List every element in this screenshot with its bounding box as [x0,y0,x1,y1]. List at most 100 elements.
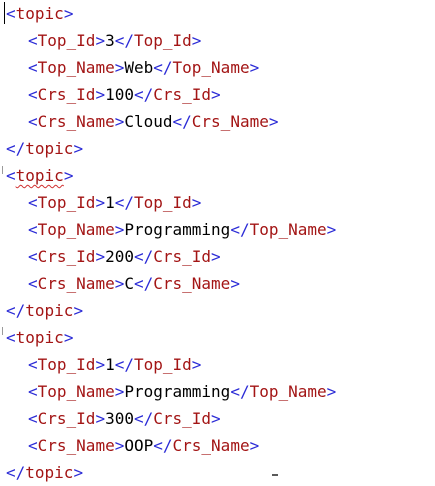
open-bracket: </ [6,463,26,482]
tag-name: topic [25,139,74,158]
close-bracket: > [73,301,84,320]
code-line[interactable]: <Top_Id>1</Top_Id> [0,351,435,378]
tag-name: Crs_Id [37,409,96,428]
end-tag-name: Crs_Id [153,247,212,266]
close-bracket: > [191,193,202,212]
open-bracket: </ [6,139,26,158]
code-line[interactable]: <Crs_Name>C</Crs_Name> [0,270,435,297]
open-bracket: < [6,328,16,347]
tag-name: topic [25,463,74,482]
open-bracket: </ [133,409,154,428]
tag-name: Crs_Name [37,436,115,455]
close-bracket: > [249,436,260,455]
close-bracket: > [73,463,84,482]
end-tag-name: Crs_Name [172,436,250,455]
xml-editor[interactable]: <topic> <Top_Id>3</Top_Id> <Top_Name>Web</… [0,0,435,482]
open-bracket: < [28,112,38,131]
close-bracket: > [63,166,74,185]
tag-name: Crs_Name [37,112,115,131]
element-value: 1 [105,355,115,374]
open-bracket: </ [114,31,134,50]
open-bracket: < [28,436,38,455]
element-value: 100 [105,85,134,104]
tag-name: Top_Name [37,58,115,77]
code-line[interactable]: <Top_Name>Web</Top_Name> [0,54,435,81]
tag-name: topic [15,4,64,23]
open-bracket: </ [172,112,192,131]
code-line[interactable]: <Top_Name>Programming</Top_Name> [0,378,435,405]
code-line[interactable]: </topic> [0,135,435,162]
open-bracket: < [28,58,38,77]
tag-name: Top_Name [37,220,115,239]
code-line[interactable]: <Top_Name>Programming</Top_Name> [0,216,435,243]
close-bracket: > [326,220,337,239]
code-line[interactable]: <Top_Id>1</Top_Id> [0,189,435,216]
open-bracket: </ [133,85,154,104]
tag-name: Crs_Id [37,85,96,104]
tag-name: topic [25,301,74,320]
close-bracket: > [114,112,125,131]
code-line[interactable]: <Crs_Id>200</Crs_Id> [0,243,435,270]
close-bracket: > [191,355,202,374]
open-bracket: </ [153,58,173,77]
close-bracket: > [95,355,106,374]
end-tag-name: Crs_Id [153,409,212,428]
open-bracket: < [28,220,38,239]
end-tag-name: Top_Name [249,382,327,401]
open-bracket: </ [153,436,173,455]
code-line[interactable]: </topic> [0,459,435,486]
open-bracket: </ [230,220,250,239]
open-bracket: < [28,31,38,50]
close-bracket: > [95,85,106,104]
code-line[interactable]: <Top_Id>3</Top_Id> [0,27,435,54]
end-tag-name: Top_Id [133,31,192,50]
element-value: Programming [124,382,231,401]
code-line[interactable]: <topic> [0,162,435,189]
close-bracket: > [249,58,260,77]
code-line[interactable]: <Crs_Id>100</Crs_Id> [0,81,435,108]
close-bracket: > [211,85,221,104]
open-bracket: < [28,382,38,401]
tag-name: Top_Id [37,193,96,212]
code-line[interactable]: <Crs_Name>Cloud</Crs_Name> [0,108,435,135]
code-line[interactable]: <topic> [0,324,435,351]
open-bracket: < [6,4,16,23]
open-bracket: < [28,193,38,212]
code-line[interactable]: <topic> [0,0,435,27]
close-bracket: > [95,409,106,428]
close-bracket: > [63,4,74,23]
tag-name: topic [15,166,64,185]
close-bracket: > [211,247,221,266]
open-bracket: </ [114,193,134,212]
open-bracket: </ [114,355,134,374]
tag-name: topic [15,328,64,347]
close-bracket: > [268,112,279,131]
close-bracket: > [114,382,125,401]
code-line[interactable]: </topic> [0,297,435,324]
close-bracket: > [230,274,240,293]
open-bracket: < [28,409,38,428]
element-value: 1 [105,193,115,212]
close-bracket: > [95,247,106,266]
open-bracket: < [6,166,16,185]
element-value: 3 [105,31,115,50]
element-value: 200 [105,247,134,266]
end-tag-name: Crs_Id [153,85,212,104]
element-value: OOP [124,436,154,455]
close-bracket: > [114,274,125,293]
code-line[interactable]: <Crs_Id>300</Crs_Id> [0,405,435,432]
close-bracket: > [191,31,202,50]
code-line[interactable]: <Crs_Name>OOP</Crs_Name> [0,432,435,459]
close-bracket: > [95,31,106,50]
end-tag-name: Top_Name [249,220,327,239]
close-bracket: > [95,193,106,212]
close-bracket: > [73,139,84,158]
end-tag-name: Top_Name [172,58,250,77]
open-bracket: </ [230,382,250,401]
open-bracket: </ [133,247,154,266]
element-value: 300 [105,409,134,428]
open-bracket: </ [6,301,26,320]
end-tag-name: Crs_Name [153,274,231,293]
close-bracket: > [114,436,125,455]
end-tag-name: Top_Id [133,355,192,374]
